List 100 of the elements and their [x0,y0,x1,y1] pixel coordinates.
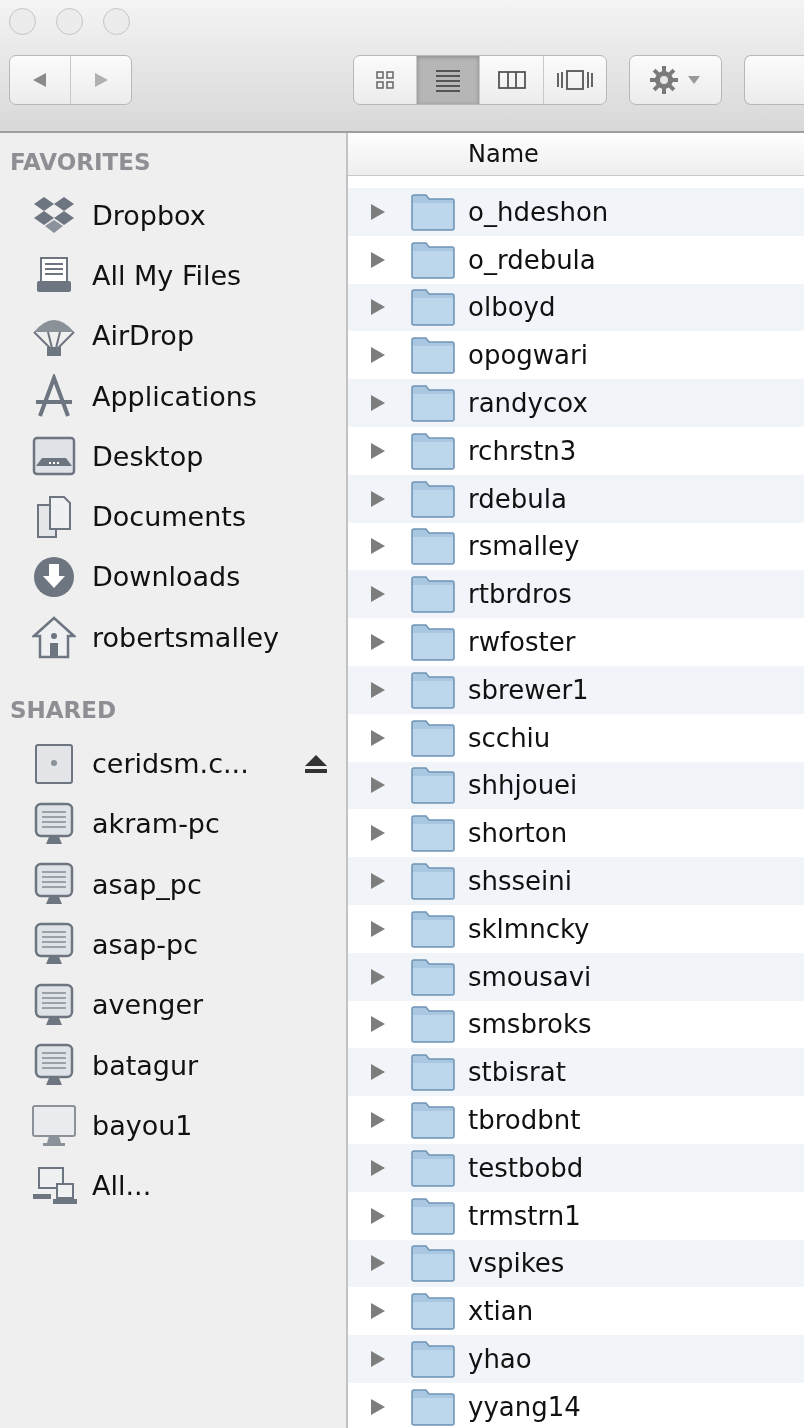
file-name[interactable]: tbrodbnt [468,1105,581,1136]
folder-icon [410,957,456,996]
folder-icon [410,909,456,948]
view-button[interactable] [417,56,481,104]
disclosure-triangle-icon[interactable] [370,776,386,795]
file-name[interactable]: yyang14 [468,1391,581,1422]
file-name[interactable]: trmstrn1 [468,1200,581,1231]
folder-icon [410,575,456,614]
monitor-icon [32,922,76,967]
sidebar-item[interactable]: akram-pc [0,793,346,854]
monitor-icon [32,1043,76,1087]
sidebar-item[interactable]: robertsmalley [0,607,346,668]
folder-icon [410,623,456,662]
file-name[interactable]: opogwari [468,340,588,371]
file-name[interactable]: randycox [468,388,588,419]
disclosure-triangle-icon[interactable] [370,1015,386,1034]
disclosure-triangle-icon[interactable] [370,489,386,508]
file-name[interactable]: rsmalley [468,531,580,562]
file-name[interactable]: xtian [468,1296,534,1327]
cover-flow-icon [554,69,595,91]
file-name[interactable]: shorton [468,818,568,849]
folder-icon [410,862,456,901]
action-button[interactable] [628,55,722,105]
file-name[interactable]: o_hdeshon [468,196,609,227]
file-name[interactable]: smsbroks [468,1009,592,1040]
sidebar-heading: FAVORITES [9,148,152,177]
sidebar-heading: SHARED [9,696,118,726]
disclosure-triangle-icon[interactable] [370,1158,386,1177]
folder-icon [410,1244,456,1283]
folder-icon [410,814,456,853]
monitor-icon [32,862,76,907]
folder-icon [410,336,456,375]
file-name[interactable]: sklmncky [468,913,590,944]
disclosure-triangle-icon[interactable] [370,680,386,699]
disclosure-triangle-icon[interactable] [370,298,386,317]
sidebar-item[interactable]: All... [0,1155,346,1216]
disclosure-triangle-icon[interactable] [370,1206,386,1225]
file-name[interactable]: shsseini [468,866,573,897]
disclosure-triangle-icon[interactable] [370,824,386,843]
disclosure-triangle-icon[interactable] [370,919,386,938]
folder-icon [410,766,456,805]
file-name[interactable]: vspikes [468,1248,565,1279]
folder-icon [410,1387,456,1426]
folder-icon [410,288,456,327]
column-header[interactable]: Name [468,140,539,168]
disclosure-triangle-icon[interactable] [370,967,386,986]
sidebar-item[interactable]: ceridsm.c... [0,733,346,794]
sidebar-item[interactable]: All My Files [0,245,346,306]
disclosure-triangle-icon[interactable] [370,633,386,652]
folder-icon [410,1292,456,1331]
folder-icon [410,1148,456,1187]
disclosure-triangle-icon[interactable] [370,537,386,556]
server-icon [32,741,76,786]
file-name[interactable]: shhjouei [468,770,578,801]
file-name[interactable]: o_rdebula [468,244,596,275]
folder-icon [410,479,456,518]
file-name[interactable]: stbisrat [468,1057,566,1088]
sidebar-item[interactable]: Documents [0,486,346,547]
disclosure-triangle-icon[interactable] [370,250,386,269]
download-icon [32,554,76,599]
file-name[interactable]: testbobd [468,1152,584,1183]
disclosure-triangle-icon[interactable] [370,202,386,221]
sidebar-item[interactable]: Downloads [0,546,346,608]
disclosure-triangle-icon[interactable] [370,1111,386,1130]
sidebar-item[interactable]: avenger [0,974,346,1035]
disclosure-triangle-icon[interactable] [370,1350,386,1368]
sidebar-item[interactable]: batagur [0,1034,346,1096]
file-name[interactable]: rwfoster [468,627,576,658]
file-name[interactable]: smousavi [468,961,592,992]
disclosure-triangle-icon[interactable] [370,872,386,891]
toolbar-button[interactable] [744,55,804,105]
file-name[interactable]: rchrstn3 [468,435,577,466]
disclosure-triangle-icon[interactable] [370,441,386,460]
sidebar-item[interactable]: asap_pc [0,853,346,915]
icon-view-icon [373,70,396,90]
disclosure-triangle-icon[interactable] [370,1397,386,1416]
disclosure-triangle-icon[interactable] [370,585,386,604]
sidebar-item[interactable]: Desktop [0,426,346,487]
file-name[interactable]: rdebula [468,483,567,514]
sidebar-item[interactable]: Applications [0,365,346,427]
caret-icon [687,75,702,85]
file-name[interactable]: olboyd [468,292,556,323]
file-name[interactable]: rtbrdros [468,579,572,610]
list-view-icon [434,68,463,92]
folder-icon [410,240,456,279]
file-name[interactable]: scchiu [468,722,551,753]
sidebar-item[interactable]: Dropbox [0,185,346,246]
sidebar-item[interactable]: bayou1 [0,1095,346,1156]
disclosure-triangle-icon[interactable] [370,346,386,365]
eject-icon[interactable] [304,753,328,774]
disclosure-triangle-icon[interactable] [370,1063,386,1082]
file-name[interactable]: sbrewer1 [468,674,589,705]
column-view-icon [496,70,527,90]
disclosure-triangle-icon[interactable] [370,394,386,413]
sidebar-item[interactable]: asap-pc [0,914,346,975]
file-name[interactable]: yhao [468,1344,532,1374]
disclosure-triangle-icon[interactable] [370,1254,386,1273]
sidebar-item[interactable]: AirDrop [0,305,346,366]
disclosure-triangle-icon[interactable] [370,728,386,747]
disclosure-triangle-icon[interactable] [370,1302,386,1321]
